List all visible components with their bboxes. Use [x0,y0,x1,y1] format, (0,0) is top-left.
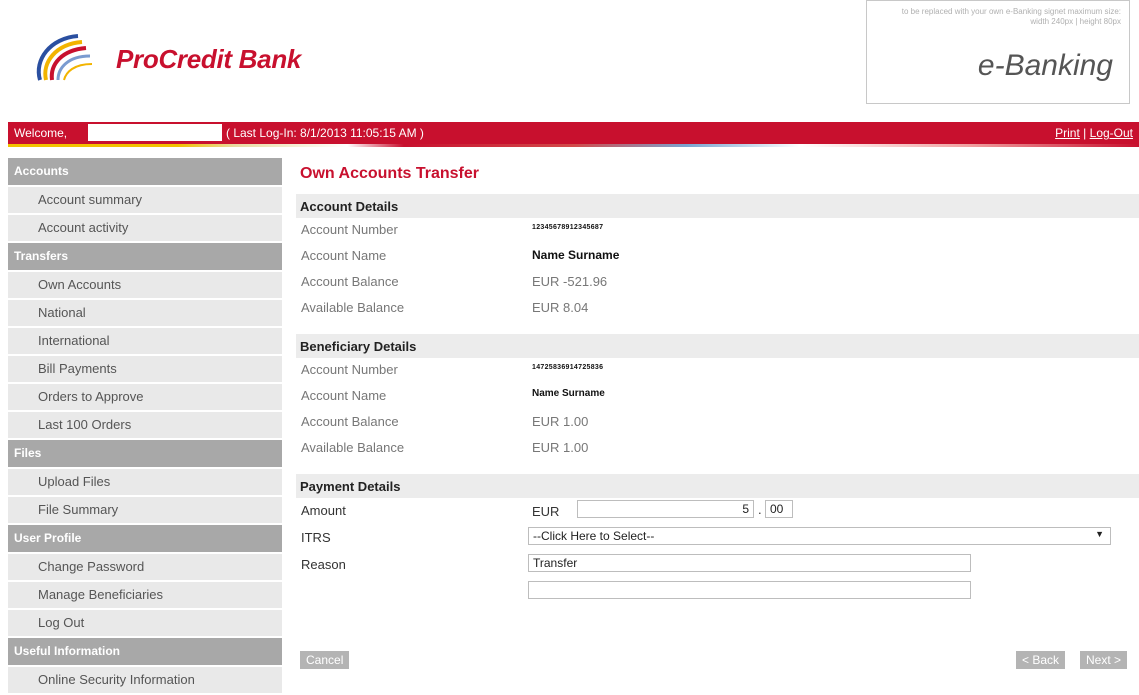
account-name-label: Account Name [301,248,387,263]
sidebar-item-orders-to-approve[interactable]: Orders to Approve [8,384,282,410]
sidebar-item-online-security[interactable]: Online Security Information [8,667,282,693]
procredit-logo-icon [36,34,93,81]
sidebar-item-last-100-orders[interactable]: Last 100 Orders [8,412,282,438]
cancel-button[interactable]: Cancel [300,651,350,669]
reason-label: Reason [301,557,346,572]
sidebar-section-transfers: Transfers [8,243,282,270]
chevron-down-icon: ▼ [1095,529,1104,539]
decimal-separator: . [758,502,762,517]
beneficiary-account-number-value: 14725836914725836 [532,364,604,371]
reason-row-2 [296,579,1139,606]
main-content: Own Accounts Transfer Account Details Ac… [296,158,1139,606]
logout-link[interactable]: Log-Out [1090,126,1133,140]
account-number-row: Account Number 12345678912345687 [296,218,1139,244]
account-number-value: 12345678912345687 [532,224,604,231]
ebanking-signet-box: to be replaced with your own e-Banking s… [866,0,1130,104]
reason-input-2[interactable] [528,581,971,599]
beneficiary-account-name-label: Account Name [301,388,387,403]
account-number-label: Account Number [301,222,398,237]
beneficiary-available-balance-label: Available Balance [301,440,405,455]
amount-cents-input[interactable]: 00 [765,500,793,518]
sidebar-item-own-accounts[interactable]: Own Accounts [8,272,282,298]
sidebar-section-files: Files [8,440,282,467]
sidebar-item-file-summary[interactable]: File Summary [8,497,282,523]
beneficiary-account-name-value: Name Surname [532,388,605,399]
account-name-value: Name Surname [532,248,620,262]
sidebar-nav: Accounts Account summary Account activit… [8,158,282,695]
beneficiary-details-heading: Beneficiary Details [296,334,1139,358]
amount-label: Amount [301,503,346,518]
sidebar-item-account-summary[interactable]: Account summary [8,187,282,213]
beneficiary-account-balance-row: Account Balance EUR 1.00 [296,410,1139,436]
itrs-label: ITRS [301,530,331,545]
bank-name: ProCredit Bank [116,44,302,74]
sidebar-item-log-out[interactable]: Log Out [8,610,282,636]
page-title: Own Accounts Transfer [300,165,479,182]
sidebar-item-change-password[interactable]: Change Password [8,554,282,580]
username-field [88,124,222,141]
link-separator: | [1083,126,1087,140]
amount-whole-input[interactable]: 5 [577,500,754,518]
print-link[interactable]: Print [1055,126,1080,140]
beneficiary-account-name-row: Account Name Name Surname [296,384,1139,410]
amount-row: Amount EUR 5 . 00 [296,498,1139,525]
sidebar-section-accounts: Accounts [8,158,282,185]
beneficiary-account-balance-label: Account Balance [301,414,399,429]
sidebar-item-upload-files[interactable]: Upload Files [8,469,282,495]
itrs-selected-value: --Click Here to Select-- [533,529,655,543]
reason-input-1[interactable]: Transfer [528,554,971,572]
itrs-row: ITRS --Click Here to Select-- ▼ [296,525,1139,552]
welcome-label: Welcome, [14,126,68,140]
account-balance-row: Account Balance EUR -521.96 [296,270,1139,296]
sidebar-item-account-activity[interactable]: Account activity [8,215,282,241]
header-links: Print | Log-Out [1055,126,1133,140]
beneficiary-account-number-label: Account Number [301,362,398,377]
currency-label: EUR [532,504,560,519]
reason-row: Reason Transfer [296,552,1139,579]
account-details-heading: Account Details [296,194,1139,218]
payment-details-heading: Payment Details [296,474,1139,498]
sidebar-item-international[interactable]: International [8,328,282,354]
account-balance-label: Account Balance [301,274,399,289]
sidebar-item-national[interactable]: National [8,300,282,326]
sidebar-section-user-profile: User Profile [8,525,282,552]
last-login-text: ( Last Log-In: 8/1/2013 11:05:15 AM ) [226,126,424,140]
account-name-row: Account Name Name Surname [296,244,1139,270]
ebanking-title: e-Banking [977,49,1113,82]
decorative-stripes [8,144,1139,147]
sidebar-item-bill-payments[interactable]: Bill Payments [8,356,282,382]
beneficiary-available-balance-row: Available Balance EUR 1.00 [296,436,1139,462]
account-balance-value: EUR -521.96 [532,274,608,289]
beneficiary-account-balance-value: EUR 1.00 [532,414,589,429]
available-balance-row: Available Balance EUR 8.04 [296,296,1139,322]
next-button[interactable]: Next > [1080,651,1128,669]
available-balance-label: Available Balance [301,300,405,315]
sidebar-section-useful-information: Useful Information [8,638,282,665]
back-button[interactable]: < Back [1016,651,1066,669]
itrs-select[interactable]: --Click Here to Select-- ▼ [528,527,1111,545]
beneficiary-available-balance-value: EUR 1.00 [532,440,589,455]
sidebar-item-manage-beneficiaries[interactable]: Manage Beneficiaries [8,582,282,608]
ebanking-signet-note: to be replaced with your own e-Banking s… [901,7,1121,26]
available-balance-value: EUR 8.04 [532,300,589,315]
beneficiary-account-number-row: Account Number 14725836914725836 [296,358,1139,384]
